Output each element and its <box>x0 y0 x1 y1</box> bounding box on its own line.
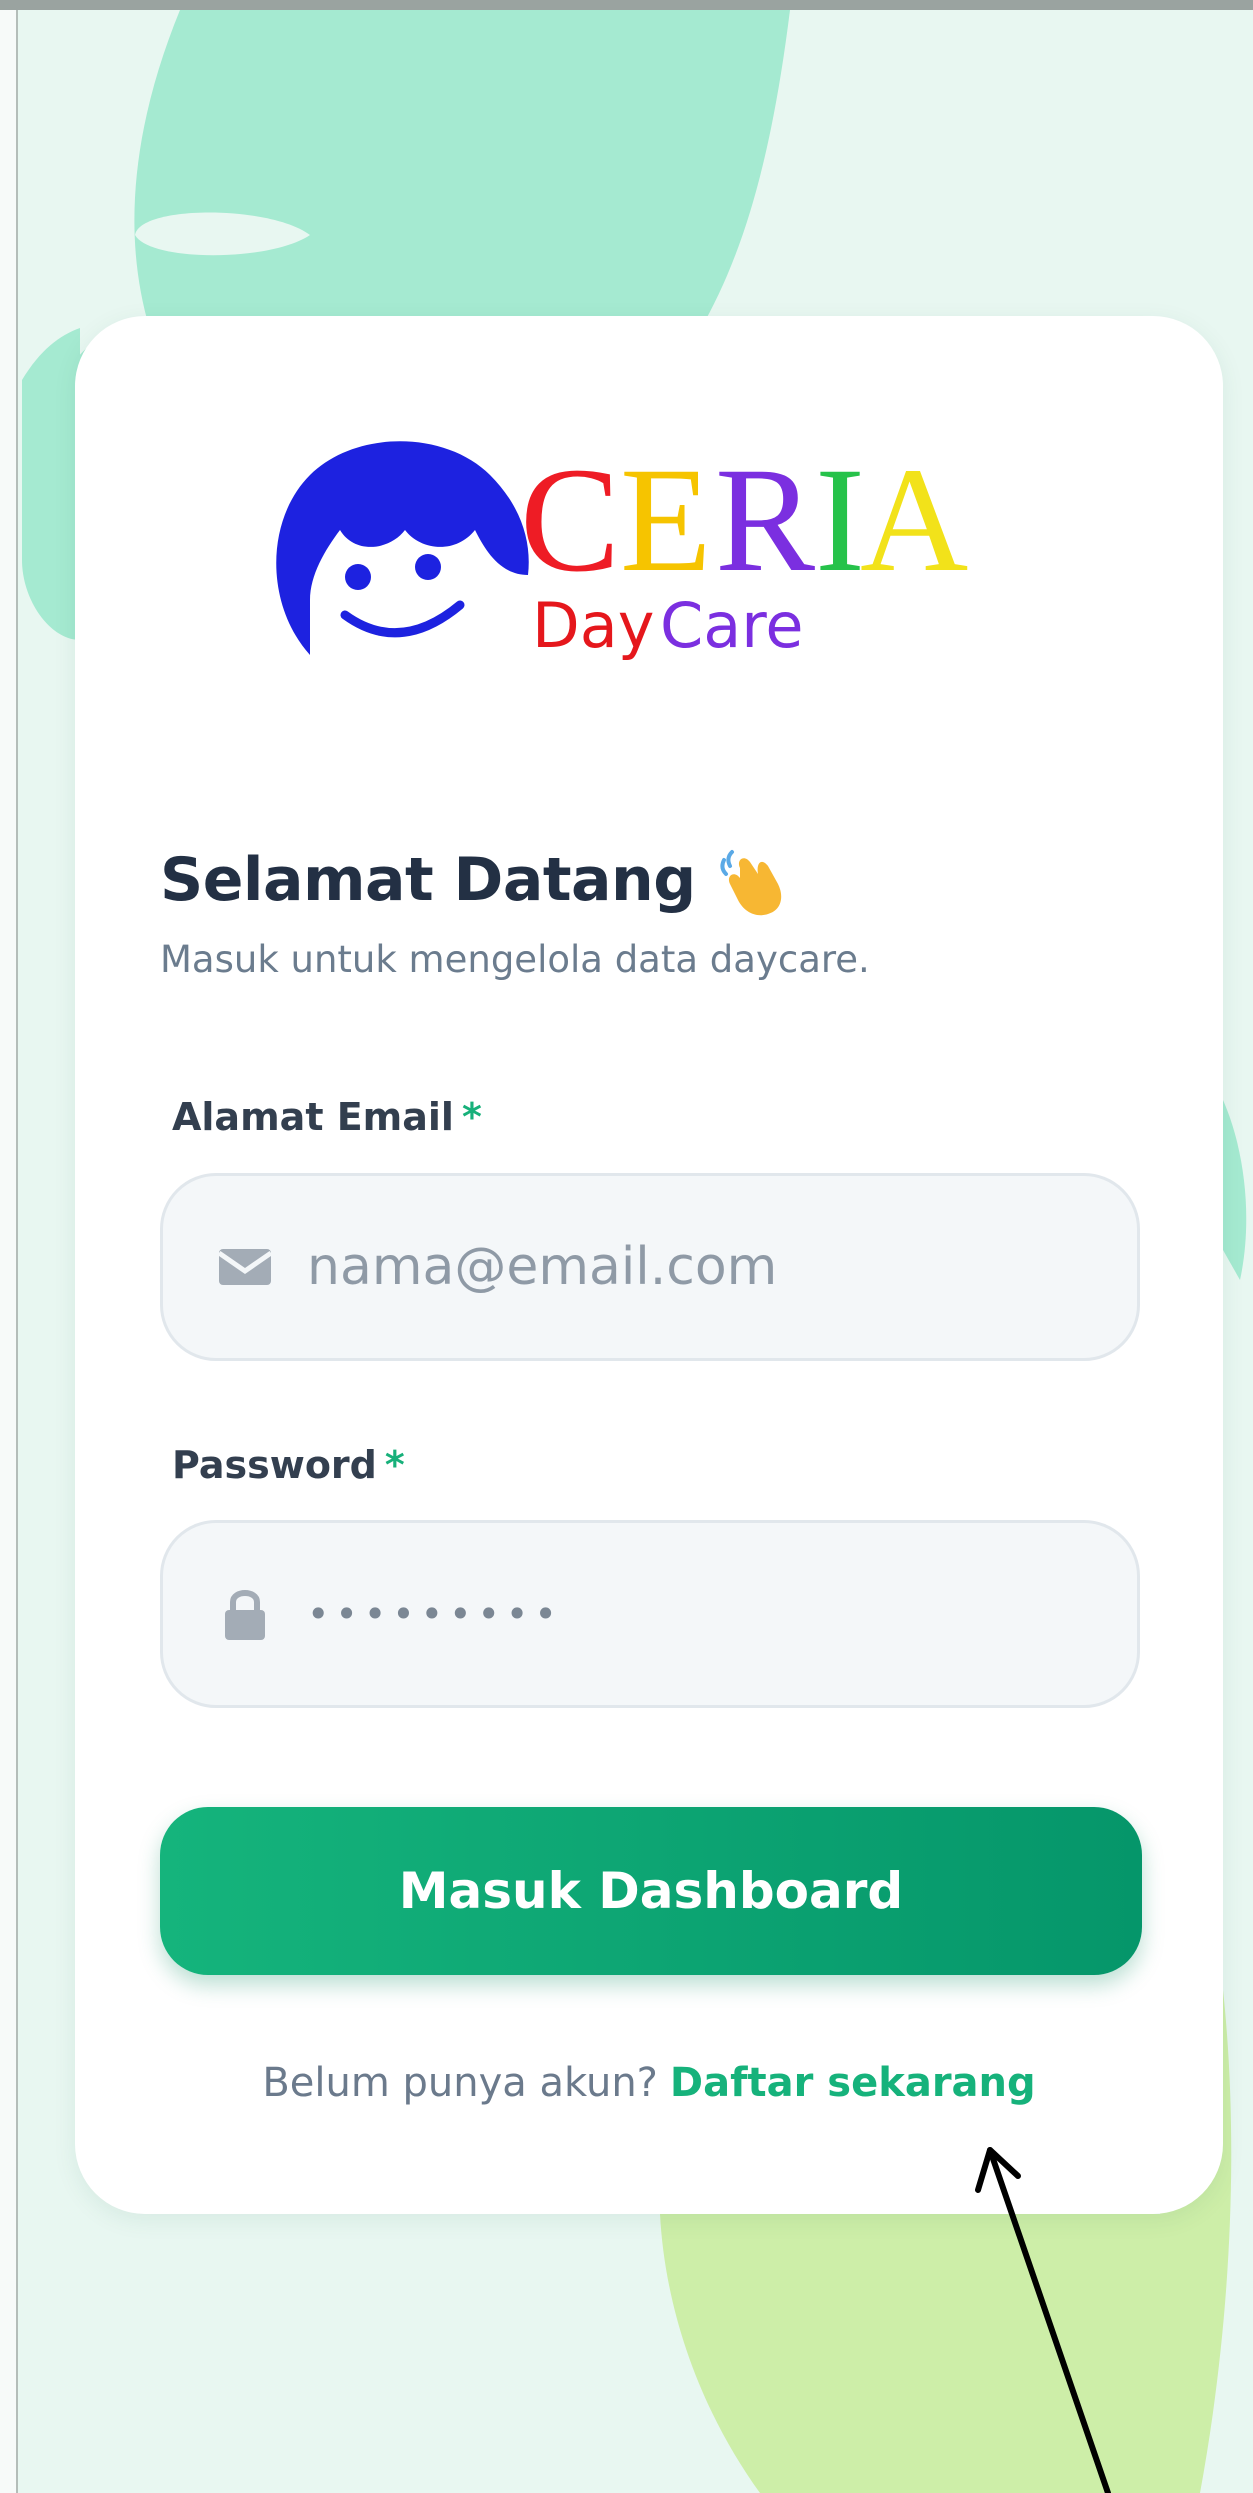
lock-icon <box>225 1590 265 1640</box>
logo-letter-i: I <box>815 437 865 603</box>
logo-letter-c: C <box>520 437 620 603</box>
waving-hand-icon <box>720 850 781 916</box>
register-question: Belum punya akun? <box>262 2060 658 2106</box>
welcome-title: Selamat Datang <box>160 845 696 915</box>
logo-letter-r: R <box>715 437 815 603</box>
email-field[interactable]: nama@email.com <box>160 1173 1140 1361</box>
email-label-text: Alamat Email <box>172 1095 454 1139</box>
password-label-text: Password <box>172 1443 377 1487</box>
ceria-daycare-logo: C E R I A Day Care <box>276 437 968 662</box>
email-required-mark: * <box>461 1095 482 1139</box>
logo-letter-a: A <box>860 437 968 603</box>
email-label: Alamat Email * <box>172 1095 482 1139</box>
password-field[interactable]: ••••••••• <box>160 1520 1140 1708</box>
email-placeholder: nama@email.com <box>307 1237 778 1297</box>
login-button-label: Masuk Dashboard <box>398 1862 904 1920</box>
welcome-heading-row: Selamat Datang <box>160 835 798 925</box>
annotation-arrow-icon <box>975 2147 1111 2493</box>
password-label: Password * <box>172 1443 405 1487</box>
envelope-icon <box>217 1249 273 1285</box>
password-required-mark: * <box>384 1443 405 1487</box>
welcome-subtitle: Masuk untuk mengelola data daycare. <box>160 938 870 981</box>
logo-care-text: Care <box>660 589 804 662</box>
register-link[interactable]: Daftar sekarang <box>670 2060 1036 2106</box>
password-masked-value: ••••••••• <box>307 1592 563 1636</box>
logo-letter-e: E <box>620 437 712 603</box>
smiley-face-icon <box>276 441 529 655</box>
register-prompt: Belum punya akun? Daftar sekarang <box>75 2060 1223 2106</box>
logo-day-text: Day <box>532 589 654 662</box>
login-dashboard-button[interactable]: Masuk Dashboard <box>160 1807 1142 1975</box>
